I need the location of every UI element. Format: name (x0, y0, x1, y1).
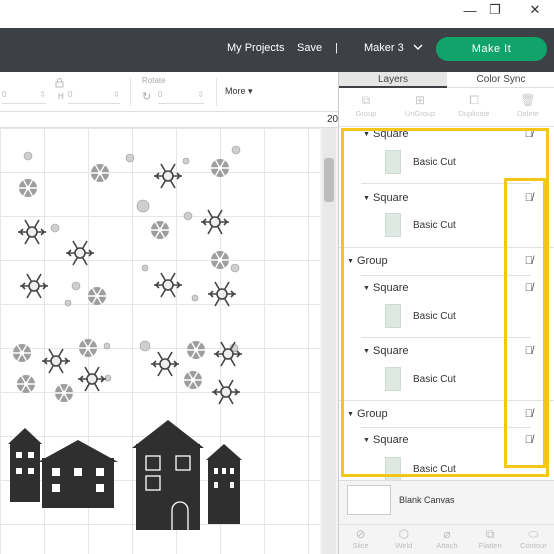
rotate-value: 0 (158, 90, 163, 99)
save-link[interactable]: Save (297, 42, 322, 54)
rotate-icon: ↻ (142, 91, 152, 103)
more-label: More (225, 86, 246, 96)
more-dropdown[interactable]: More ▾ (225, 86, 253, 97)
height-label: H (58, 92, 64, 101)
duplicate-button[interactable]: ⧠ Duplicate (447, 89, 501, 126)
ungroup-label: UnGroup (404, 109, 436, 118)
window-titlebar: — ❐ ✕ (0, 0, 554, 28)
snowflake-shape (18, 178, 38, 198)
machine-label: Maker 3 (364, 42, 404, 54)
ungroup-icon: ⊞ (414, 93, 426, 107)
delete-label: Delete (517, 109, 539, 118)
chevron-down-icon (413, 44, 423, 50)
weld-icon: ⬡ (398, 527, 410, 541)
flatten-label: Flatten (478, 541, 502, 550)
dot-shapes (23, 145, 241, 382)
attach-icon: ⌀ (443, 527, 451, 541)
app-header: My Projects Save | Maker 3 Make It (0, 28, 554, 72)
tab-color-sync[interactable]: Color Sync (447, 72, 554, 88)
toolbar-divider (130, 78, 131, 106)
close-icon[interactable]: ✕ (520, 0, 550, 20)
ruler-mark: 20 (327, 114, 339, 125)
layer-actions: ⧉ Group ⊞ UnGroup ⧠ Duplicate 🗑 Delete (339, 89, 554, 127)
slice-label: Slice (352, 541, 369, 550)
group-icon: ⧉ (361, 93, 371, 107)
rotate-label: Rotate (142, 76, 166, 85)
weld-label: Weld (395, 541, 413, 550)
lock-icon[interactable] (55, 78, 64, 88)
make-it-button[interactable]: Make It (436, 37, 547, 61)
slice-icon: ⊘ (355, 527, 366, 541)
width-value: 0 (2, 90, 7, 99)
flatten-icon: ⧉ (485, 527, 495, 541)
rotate-field[interactable]: 0 ⇕ (158, 90, 204, 104)
house-shapes (8, 420, 242, 530)
group-label: Group (355, 109, 377, 118)
delete-button[interactable]: 🗑 Delete (501, 89, 554, 126)
panel-tabs: Layers Color Sync (339, 72, 554, 88)
trash-icon: 🗑 (520, 93, 536, 107)
slice-button[interactable]: ⊘ Slice (339, 525, 382, 554)
header-separator: | (335, 42, 338, 54)
contour-icon: ⬭ (528, 527, 539, 541)
layers-list: ▼ Square 👁̸ Basic Cut ▼ Square 👁̸ Basic Cut … (339, 128, 554, 480)
my-projects-link[interactable]: My Projects (227, 42, 284, 54)
machine-select[interactable]: Maker 3 (364, 42, 423, 54)
scroll-thumb[interactable] (324, 158, 334, 202)
flatten-button[interactable]: ⧉ Flatten (469, 525, 512, 554)
canvas-scrollbar[interactable] (322, 128, 336, 554)
ruler: 20 (0, 112, 338, 128)
attach-button[interactable]: ⌀ Attach (425, 525, 468, 554)
contour-label: Contour (520, 541, 547, 550)
moon-shape (65, 150, 115, 213)
height-value: 0 (68, 90, 73, 99)
blank-canvas-thumbnail (347, 485, 391, 515)
duplicate-icon: ⧠ (469, 93, 479, 107)
group-button[interactable]: ⧉ Group (339, 89, 393, 126)
ungroup-button[interactable]: ⊞ UnGroup (393, 89, 447, 126)
bottom-actions: ⊘ Slice ⬡ Weld ⌀ Attach ⧉ Flatten ⬭ Contour (339, 524, 554, 554)
duplicate-label: Duplicate (458, 109, 490, 118)
edit-toolbar: 0 ⇕ H 0 ⇕ Rotate ↻ 0 ⇕ More ▾ (0, 72, 338, 112)
toolbar-divider (216, 78, 217, 106)
cutting-mat[interactable] (0, 128, 320, 554)
blank-canvas-label: Blank Canvas (399, 495, 455, 505)
attach-label: Attach (436, 541, 458, 550)
tab-layers[interactable]: Layers (339, 72, 447, 88)
design-canvas[interactable] (0, 128, 320, 554)
contour-button[interactable]: ⬭ Contour (512, 525, 554, 554)
width-field[interactable]: 0 ⇕ (2, 90, 46, 104)
height-field[interactable]: 0 ⇕ (68, 90, 120, 104)
blank-canvas-row[interactable]: Blank Canvas (339, 480, 554, 524)
weld-button[interactable]: ⬡ Weld (382, 525, 425, 554)
restore-icon[interactable]: ❐ (480, 0, 510, 20)
highlight-box-visibility (504, 178, 546, 468)
layers-panel: Layers Color Sync ⧉ Group ⊞ UnGroup ⧠ Dupli… (338, 72, 554, 554)
